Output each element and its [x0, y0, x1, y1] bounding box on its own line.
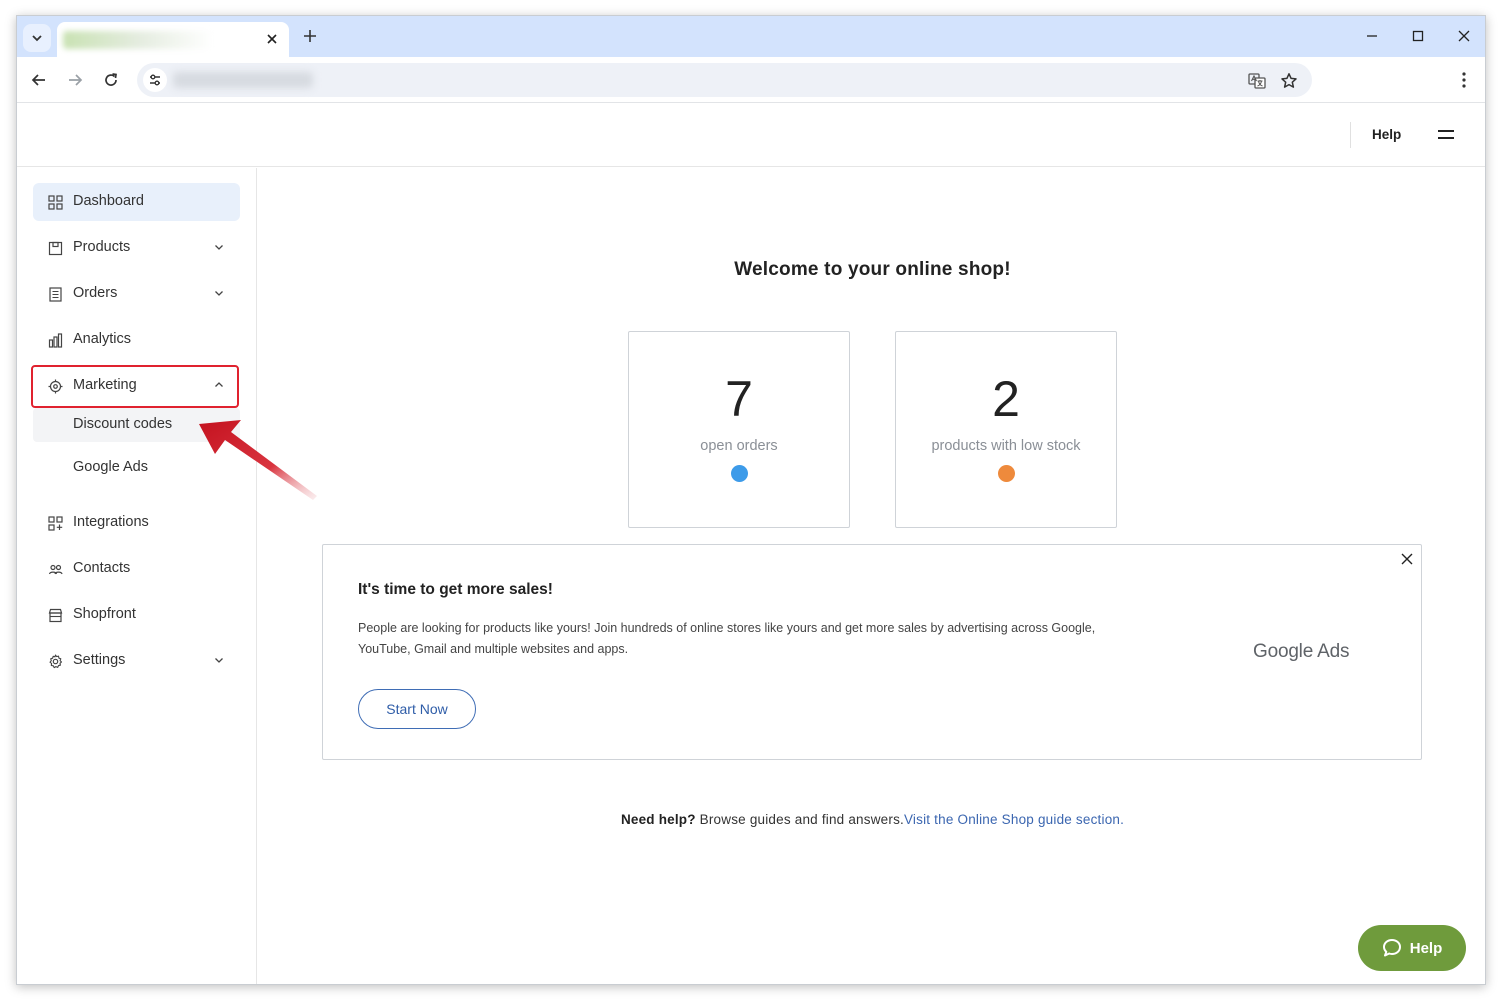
orders-list-icon	[47, 286, 63, 302]
help-footer-text: Browse guides and find answers.	[695, 812, 904, 827]
sidebar-subitem-google-ads[interactable]: Google Ads	[33, 451, 240, 485]
google-ads-promo-card: It's time to get more sales! People are …	[322, 544, 1422, 760]
new-tab-button[interactable]	[299, 25, 321, 47]
guide-section-link[interactable]: Visit the Online Shop guide section.	[904, 812, 1124, 827]
sidebar-item-analytics[interactable]: Analytics	[33, 321, 240, 359]
kebab-menu-icon	[1462, 72, 1466, 88]
close-window-button[interactable]	[1450, 24, 1478, 48]
highlight-box-marketing	[31, 365, 239, 408]
reload-button[interactable]	[99, 68, 123, 92]
status-dot	[998, 465, 1015, 482]
plus-icon	[304, 30, 316, 42]
chevron-down-icon	[212, 240, 226, 254]
sidebar-item-shopfront[interactable]: Shopfront	[33, 596, 240, 634]
sidebar-item-label: Integrations	[73, 514, 149, 530]
products-box-icon	[47, 240, 63, 256]
promo-description: People are looking for products like you…	[358, 621, 1096, 656]
main-content: Welcome to your online shop! 7 open orde…	[258, 168, 1485, 984]
hamburger-menu-icon[interactable]	[1438, 127, 1456, 143]
close-icon	[267, 34, 277, 44]
browser-tab[interactable]	[57, 22, 289, 57]
browser-window: Help Dashboard Products Orders Analytics…	[16, 15, 1486, 985]
sidebar-item-label: Settings	[73, 652, 126, 668]
tab-close-button[interactable]	[263, 30, 281, 48]
translate-button[interactable]	[1246, 70, 1268, 92]
header-divider	[1350, 122, 1351, 148]
sidebar-subitem-discount-codes[interactable]: Discount codes	[33, 408, 240, 442]
start-now-button[interactable]: Start Now	[358, 689, 476, 729]
help-chat-button[interactable]: Help	[1358, 925, 1466, 971]
maximize-button[interactable]	[1404, 24, 1432, 48]
stat-label: open orders	[700, 438, 778, 454]
sidebar-item-contacts[interactable]: Contacts	[33, 550, 240, 588]
stat-card-open-orders[interactable]: 7 open orders	[628, 331, 850, 528]
url-text-blurred	[173, 72, 313, 88]
contacts-people-icon	[47, 561, 63, 577]
sidebar: Dashboard Products Orders Analytics Mark…	[17, 168, 257, 984]
promo-close-button[interactable]	[1399, 551, 1415, 567]
chevron-down-icon	[212, 653, 226, 667]
stat-label: products with low stock	[931, 438, 1081, 454]
translate-icon	[1248, 73, 1266, 89]
help-chat-label: Help	[1409, 939, 1443, 957]
integrations-grid-icon	[47, 515, 63, 531]
sidebar-item-label: Analytics	[73, 331, 132, 347]
tab-search-button[interactable]	[23, 24, 51, 52]
sidebar-subitem-label: Google Ads	[73, 459, 148, 475]
star-icon	[1281, 73, 1297, 88]
promo-title: It's time to get more sales!	[358, 581, 553, 598]
help-footer: Need help? Browse guides and find answer…	[258, 812, 1485, 827]
back-button[interactable]	[27, 68, 51, 92]
sidebar-item-settings[interactable]: Settings	[33, 642, 240, 680]
sidebar-item-label: Orders	[73, 285, 118, 301]
settings-gear-icon	[47, 653, 63, 669]
sidebar-item-orders[interactable]: Orders	[33, 275, 240, 313]
site-info-button[interactable]	[143, 68, 167, 92]
tab-strip	[17, 16, 1485, 57]
page-title: Welcome to your online shop!	[734, 259, 1011, 280]
arrow-left-icon	[31, 74, 45, 86]
close-icon	[1458, 30, 1470, 42]
analytics-chart-icon	[47, 332, 63, 348]
browser-toolbar	[17, 57, 1485, 103]
sidebar-item-label: Contacts	[73, 560, 131, 576]
sidebar-item-dashboard[interactable]: Dashboard	[33, 183, 240, 221]
dashboard-grid-icon	[47, 194, 63, 210]
app-header: Help	[17, 103, 1485, 167]
stat-value: 7	[725, 371, 753, 427]
chevron-down-icon	[32, 35, 42, 42]
address-bar[interactable]	[137, 63, 1312, 97]
shopfront-store-icon	[47, 607, 63, 623]
chevron-down-icon	[212, 286, 226, 300]
sidebar-item-label: Dashboard	[73, 193, 144, 209]
sidebar-item-label: Shopfront	[73, 606, 136, 622]
help-footer-bold: Need help?	[620, 812, 696, 827]
stat-value: 2	[992, 371, 1020, 427]
google-ads-logo: Google Ads	[1253, 641, 1350, 662]
status-dot	[731, 465, 748, 482]
close-icon	[1401, 553, 1413, 565]
sidebar-item-integrations[interactable]: Integrations	[33, 504, 240, 542]
chat-bubble-icon	[1382, 939, 1401, 957]
sidebar-subitem-label: Discount codes	[73, 416, 173, 432]
arrow-right-icon	[69, 74, 83, 86]
browser-menu-button[interactable]	[1454, 68, 1474, 92]
tab-title-blurred	[63, 31, 213, 49]
tune-icon	[150, 74, 160, 86]
minimize-icon	[1367, 35, 1377, 37]
sidebar-item-products[interactable]: Products	[33, 229, 240, 267]
maximize-icon	[1412, 30, 1424, 42]
sidebar-item-label: Products	[73, 239, 131, 255]
forward-button[interactable]	[63, 68, 87, 92]
header-help-link[interactable]: Help	[1372, 127, 1401, 142]
stat-card-low-stock[interactable]: 2 products with low stock	[895, 331, 1117, 528]
minimize-button[interactable]	[1358, 24, 1386, 48]
reload-icon	[105, 73, 117, 86]
bookmark-button[interactable]	[1278, 70, 1300, 92]
